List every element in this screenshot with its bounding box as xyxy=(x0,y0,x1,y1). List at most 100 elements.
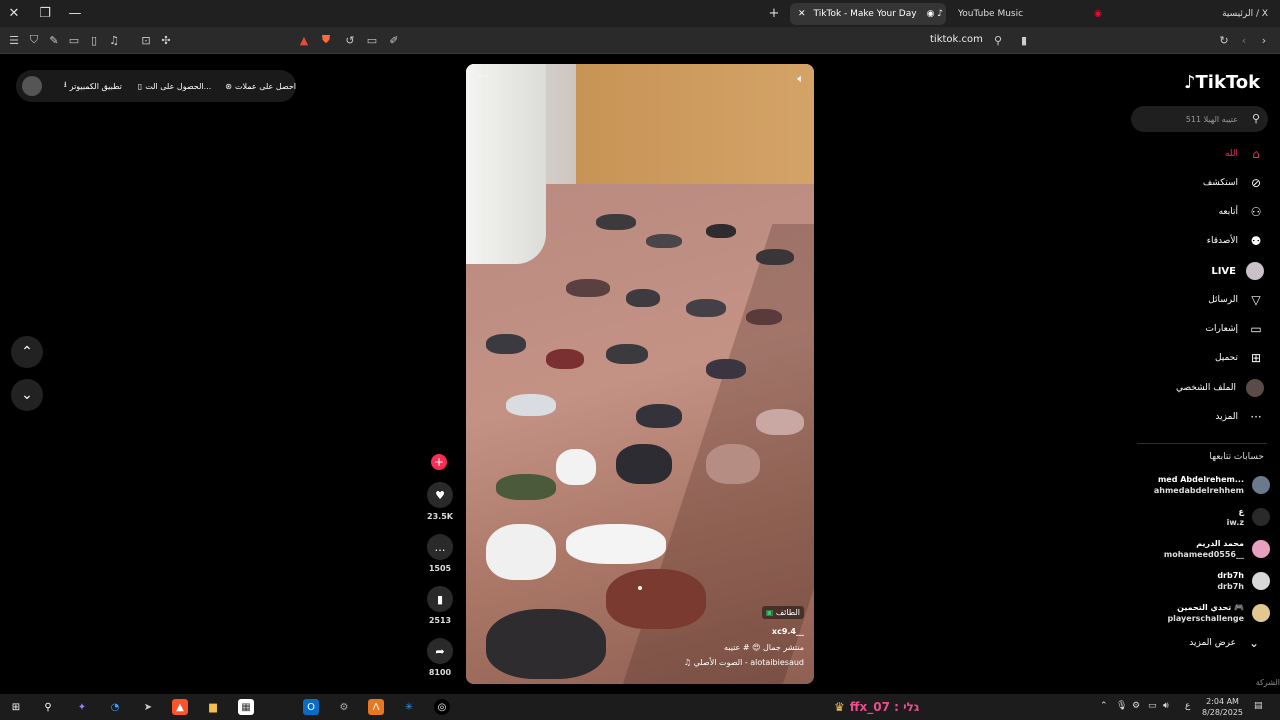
tab-tiktok[interactable]: ✕ TikTok - Make Your Day ◉ ♪ xyxy=(790,3,946,25)
previous-video-button[interactable]: ⌃ xyxy=(11,336,43,368)
screenshot-icon[interactable]: ⊡ xyxy=(138,32,154,48)
sidebar-item-following[interactable]: أتابعه ⚇ xyxy=(1219,203,1264,221)
search-icon[interactable]: ⚲ xyxy=(40,699,56,715)
tab-youtube-music[interactable]: YouTube Music ◉ xyxy=(950,3,1110,25)
video-author[interactable]: xc9.4__ xyxy=(772,627,804,636)
get-coins-link[interactable]: احصل على عملات xyxy=(235,82,296,91)
progress-dot[interactable] xyxy=(638,586,642,590)
account-name: محمد الدريم xyxy=(1196,539,1244,548)
avatar xyxy=(1252,572,1270,590)
sidebar-item-label: استكشف xyxy=(1202,178,1238,188)
sandal xyxy=(686,299,726,317)
search-icon[interactable]: ⚲ xyxy=(1252,112,1260,125)
url-text[interactable]: tiktok.com xyxy=(930,34,983,45)
copilot-icon[interactable]: ✦ xyxy=(74,699,90,715)
forward-icon[interactable]: ‹ xyxy=(1236,32,1252,48)
menu-icon[interactable]: ☰ xyxy=(6,32,22,48)
network-icon[interactable]: ⚙ xyxy=(1132,701,1140,711)
get-app-link[interactable]: الحصول على الت... xyxy=(145,82,211,91)
file-explorer-icon[interactable]: ▆ xyxy=(205,699,221,715)
back-icon[interactable]: › xyxy=(1256,32,1272,48)
brave-shields-icon[interactable]: ⛊ xyxy=(318,32,334,48)
chevron-down-icon: ⌄ xyxy=(1248,636,1260,650)
account-name: drb7h xyxy=(1217,571,1244,580)
site-settings-icon[interactable]: ⚲ xyxy=(990,32,1006,48)
display-icon[interactable]: ▭ xyxy=(1148,701,1157,711)
reload-icon[interactable]: ↻ xyxy=(1216,32,1232,48)
restore-window-icon[interactable]: ❐ xyxy=(35,4,55,22)
brave-rewards-icon[interactable]: ▲ xyxy=(296,32,312,48)
sidebar-item-home[interactable]: الله ⌂ xyxy=(1225,145,1264,163)
save-button[interactable]: ▮ xyxy=(427,586,453,612)
music-icon[interactable]: ♫ xyxy=(106,32,122,48)
edit-url-icon[interactable]: ✐ xyxy=(386,32,402,48)
stream-widget[interactable]: ♛ ffx_07 : גלי xyxy=(834,699,919,715)
tiktok-logo[interactable]: ♪TikTok xyxy=(1184,72,1260,93)
follow-plus-button[interactable]: + xyxy=(431,454,447,470)
next-video-button[interactable]: ⌄ xyxy=(11,379,43,411)
following-account[interactable]: med Abdelrehem... ahmedabdelrehhem xyxy=(1154,472,1270,498)
location-icon: ▣ xyxy=(765,608,774,617)
sidebar-item-explore[interactable]: استكشف ⊘ xyxy=(1203,174,1264,192)
store-icon[interactable]: ▦ xyxy=(238,699,254,715)
tiktok-app-icon[interactable]: ◎ xyxy=(434,699,450,715)
volume-icon[interactable]: 🔊︎ xyxy=(1163,701,1169,711)
following-account[interactable]: ع iw.z xyxy=(1227,504,1270,530)
clock[interactable]: 2:04 AM 8/28/2025 xyxy=(1202,696,1243,718)
tray-chevron-icon[interactable]: ⌃ xyxy=(1100,701,1108,711)
clock-time: 2:04 AM xyxy=(1206,697,1239,706)
minimize-window-icon[interactable]: — xyxy=(65,4,85,22)
notification-center-icon[interactable]: ▤ xyxy=(1254,701,1263,711)
sidebar-item-upload[interactable]: تحميل ⊞ xyxy=(1215,349,1264,367)
footer-company-link[interactable]: الشركة xyxy=(1256,678,1280,687)
sidebar-item-messages[interactable]: الرسائل ▽ xyxy=(1208,291,1264,309)
settings-icon[interactable]: ⚙ xyxy=(336,699,352,715)
sidebar-item-profile[interactable]: الملف الشخصي xyxy=(1176,379,1264,397)
new-tab-icon[interactable]: + xyxy=(764,4,784,22)
following-account[interactable]: تحدي التحمين 🎮 playerschallenge xyxy=(1167,600,1270,626)
video-player[interactable]: ··· 🔈︎ ▣ الطائف xc9.4__ منتشر جمال 😍 # ع… xyxy=(466,64,814,684)
brave-icon[interactable]: ▲ xyxy=(172,699,188,715)
cast-icon[interactable]: ▭ xyxy=(364,32,380,48)
search-input[interactable]: عتيبه الهيلا 511 ⚲ xyxy=(1131,106,1268,132)
share-button[interactable]: ➦ xyxy=(427,638,453,664)
see-more-button[interactable]: عرض المزيد ⌄ xyxy=(1189,634,1262,652)
language-indicator[interactable]: ع xyxy=(1185,701,1190,711)
steam-icon[interactable]: ➤ xyxy=(140,699,156,715)
sidebar-item-label: الرسائل xyxy=(1208,295,1238,305)
sidebar-item-more[interactable]: المزيد ··· xyxy=(1215,408,1264,426)
shield-icon[interactable]: ⛉ xyxy=(26,32,42,48)
comment-button[interactable]: … xyxy=(427,534,453,560)
account-name: med Abdelrehem... xyxy=(1157,475,1244,484)
avatar[interactable] xyxy=(22,76,42,96)
desktop-app-link[interactable]: تطبيق الكمبيوتر xyxy=(70,82,122,91)
edge-icon[interactable]: ◔ xyxy=(107,699,123,715)
sidebar-item-live[interactable]: LIVE xyxy=(1211,262,1264,280)
pen-icon[interactable]: ✎ xyxy=(46,32,62,48)
location-badge[interactable]: ▣ الطائف xyxy=(761,606,804,619)
close-window-icon[interactable]: ✕ xyxy=(4,4,24,22)
sidebar-item-label: LIVE xyxy=(1211,265,1236,277)
share-icon[interactable]: ↺ xyxy=(342,32,358,48)
tab-x-home[interactable]: الرئيسية / X xyxy=(1120,3,1276,25)
tabs-icon[interactable]: ▭ xyxy=(66,32,82,48)
tab-close-icon[interactable]: ✕ xyxy=(798,9,806,19)
windows-start-icon[interactable]: ⊞ xyxy=(8,699,24,715)
comment-action: … 1505 xyxy=(424,534,456,573)
microphone-icon[interactable]: 🎙︎ xyxy=(1116,701,1127,711)
outlook-icon[interactable]: O xyxy=(303,699,319,715)
bluetooth-app-icon[interactable]: ✳ xyxy=(401,699,417,715)
following-account[interactable]: محمد الدريم mohameed0556__ xyxy=(1164,536,1270,562)
sidebar-icon[interactable]: ▯ xyxy=(86,32,102,48)
video-sound[interactable]: ♫ الصوت الأصلي - alotaibiesaud xyxy=(684,658,804,667)
app-icon[interactable]: Λ xyxy=(368,699,384,715)
sidebar-item-notifications[interactable]: إشعارات ▭ xyxy=(1206,320,1264,338)
bookmark-icon[interactable]: ▮ xyxy=(1016,32,1032,48)
extensions-icon[interactable]: ✣ xyxy=(158,32,174,48)
like-button[interactable]: ♥ xyxy=(427,482,453,508)
more-options-icon[interactable]: ··· xyxy=(478,70,489,83)
following-account[interactable]: drb7h drb7h xyxy=(1217,568,1270,594)
sidebar-item-friends[interactable]: الأصدقاء ⚉ xyxy=(1207,232,1264,250)
volume-icon[interactable]: 🔈︎ xyxy=(797,72,804,86)
sandal xyxy=(706,444,760,484)
